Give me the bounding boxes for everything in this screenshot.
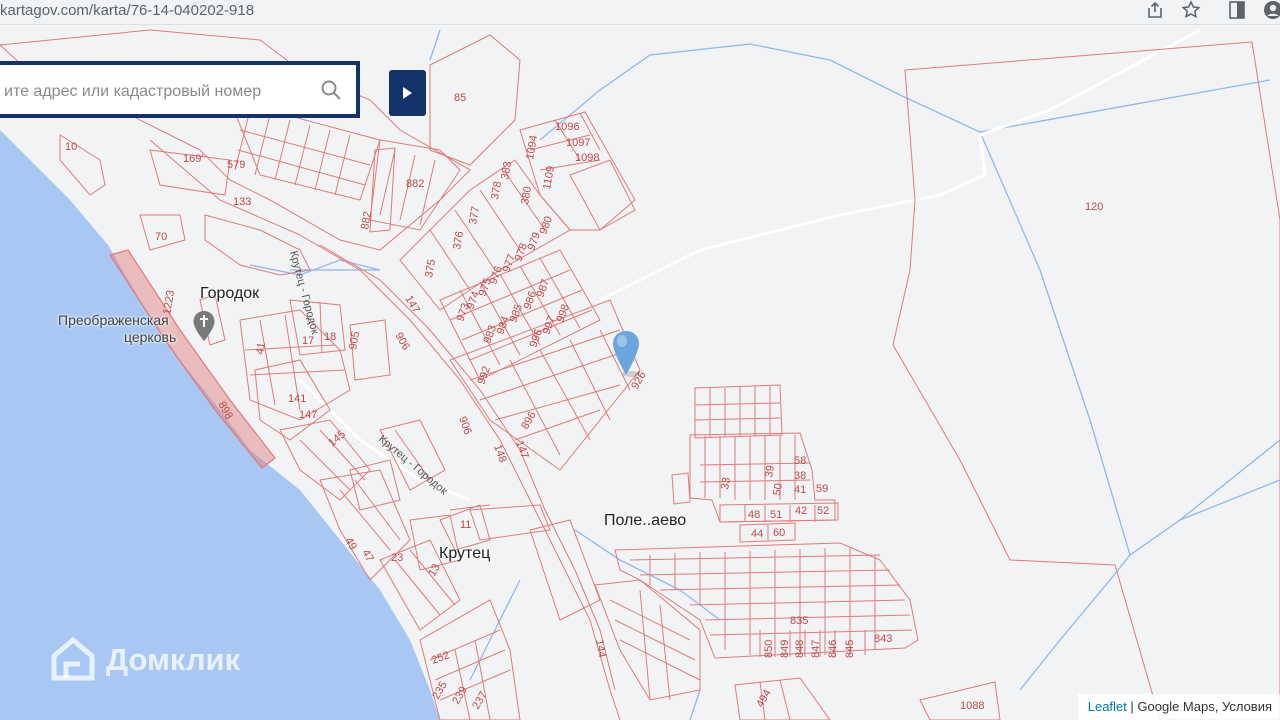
water-area	[0, 130, 440, 720]
place-label-polenaevo: Поле..аево	[604, 512, 687, 529]
church-pin-icon[interactable]	[192, 310, 216, 347]
leaflet-link[interactable]: Leaflet	[1088, 699, 1127, 714]
share-icon[interactable]	[1144, 0, 1166, 22]
location-marker-icon[interactable]	[611, 330, 641, 383]
search-submit-button[interactable]	[389, 70, 426, 116]
terms-link[interactable]: , Условия	[1215, 699, 1272, 714]
search-icon[interactable]	[320, 79, 342, 101]
browser-toolbar: kartagov.com/karta/76-14-040202-918	[0, 0, 1280, 25]
profile-icon[interactable]	[1262, 0, 1280, 22]
search-input[interactable]	[2, 82, 306, 102]
star-icon[interactable]	[1180, 0, 1202, 22]
domclick-logo-icon	[48, 634, 98, 689]
search-box	[0, 61, 360, 118]
place-label-gorodok: Городок	[200, 285, 260, 302]
play-icon	[403, 87, 412, 99]
place-label-krutets: Крутец	[439, 545, 491, 562]
attribution-separator: |	[1126, 699, 1138, 714]
place-label-church-2: церковь	[124, 329, 177, 345]
domclick-watermark: Домклик	[106, 642, 241, 677]
google-maps-attribution: Google Maps	[1137, 699, 1215, 714]
map-attribution: Leaflet | Google Maps, Условия	[1077, 694, 1280, 720]
sidebar-icon[interactable]	[1226, 0, 1248, 22]
place-label-church: Преображенская	[58, 312, 169, 328]
address-bar-url[interactable]: kartagov.com/karta/76-14-040202-918	[0, 2, 254, 19]
